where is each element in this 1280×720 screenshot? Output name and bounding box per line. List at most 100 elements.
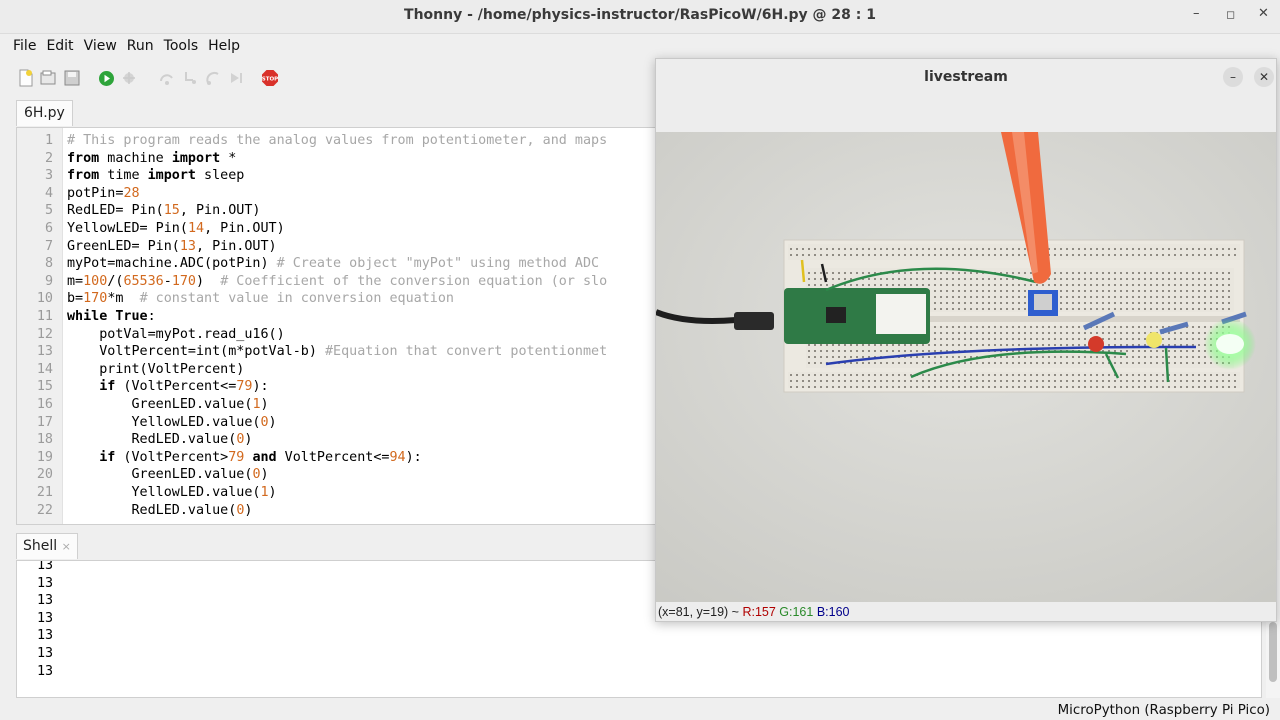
pixel-green-value: G:161 [779, 605, 814, 619]
code-text: # This program reads the analog values f… [67, 133, 608, 148]
step-out-icon[interactable] [203, 68, 223, 88]
livestream-window[interactable]: livestream – ✕ (x=81, y=19) ~ R:157 G:16… [655, 58, 1277, 622]
code-line: 13 VoltPercent=int(m*potVal-b) #Equation… [17, 343, 655, 361]
new-file-icon[interactable] [16, 68, 36, 88]
close-button[interactable]: ✕ [1258, 6, 1269, 21]
shell-output-line: 13 [37, 575, 54, 591]
menu-view[interactable]: View [79, 36, 122, 58]
line-number: 6 [44, 221, 53, 236]
code-line: 18 RedLED.value(0) [17, 431, 655, 449]
code-text: if (VoltPercent<=79): [99, 379, 269, 395]
debug-icon[interactable] [119, 68, 139, 88]
line-number: 3 [44, 168, 53, 184]
code-text: if (VoltPercent>79 and VoltPercent<=94): [99, 449, 422, 465]
shell-tab-label: Shell [23, 538, 58, 554]
line-number: 15 [36, 379, 53, 395]
code-text: GreenLED.value(1) [67, 397, 269, 412]
code-line: 2 from machine import * [17, 150, 655, 168]
window-title: Thonny - /home/physics-instructor/RasPic… [404, 7, 876, 23]
line-number: 9 [44, 273, 53, 289]
menu-tools[interactable]: Tools [159, 36, 204, 58]
livestream-close-button[interactable]: ✕ [1254, 67, 1274, 87]
code-text: YellowLED= Pin(14, Pin.OUT) [67, 221, 285, 236]
shell-tab-close-icon[interactable]: × [62, 540, 71, 553]
code-line: 4 potPin=28 [17, 185, 655, 203]
code-text: potPin=28 [67, 185, 140, 201]
line-number: 18 [36, 432, 53, 448]
code-text: b=170*m # constant value in conversion e… [67, 291, 454, 307]
menu-run[interactable]: Run [122, 36, 159, 58]
status-bar: MicroPython (Raspberry Pi Pico) [0, 700, 1280, 720]
code-text: RedLED.value(0) [67, 502, 253, 518]
line-number: 20 [36, 467, 53, 483]
save-icon[interactable] [62, 68, 82, 88]
line-number: 19 [36, 449, 53, 465]
line-number: 7 [44, 238, 53, 254]
menu-file[interactable]: File [8, 36, 41, 58]
pixel-readout: (x=81, y=19) ~ R:157 G:161 B:160 [658, 605, 850, 619]
pixel-coords: (x=81, y=19) ~ [658, 605, 739, 619]
line-number: 5 [44, 203, 53, 219]
minimize-button[interactable]: – [1193, 6, 1200, 21]
code-line: 19 if (VoltPercent>79 and VoltPercent<=9… [17, 449, 655, 467]
line-number: 16 [36, 397, 53, 412]
code-line: 5 RedLED= Pin(15, Pin.OUT) [17, 202, 655, 220]
code-text: potVal=myPot.read_u16() [67, 326, 285, 342]
code-line: 10 b=170*m # constant value in conversion… [17, 290, 655, 308]
line-number: 22 [36, 502, 53, 518]
maximize-button[interactable]: ◻ [1226, 8, 1235, 21]
code-text: print(VoltPercent) [67, 361, 245, 377]
code-line: 1 # This program reads the analog values … [17, 132, 655, 150]
pixel-blue-value: B:160 [816, 605, 850, 619]
menu-bar: File Edit View Run Tools Help [8, 36, 245, 58]
code-text: while True: [67, 309, 156, 324]
resume-icon[interactable] [226, 68, 246, 88]
code-line: 3 from time import sleep [17, 167, 655, 185]
code-line: 20 GreenLED.value(0) [17, 466, 655, 484]
stop-icon[interactable]: STOP [260, 68, 280, 88]
code-line: 8 myPot=machine.ADC(potPin) # Create obje… [17, 255, 655, 273]
menu-edit[interactable]: Edit [41, 36, 78, 58]
code-text: from time import sleep [67, 168, 245, 184]
tab-shell[interactable]: Shell × [16, 533, 78, 559]
shell-scrollbar-thumb[interactable] [1269, 622, 1277, 682]
code-line: 11 while True: [17, 308, 655, 326]
toolbar: STOP [16, 64, 280, 92]
open-file-icon[interactable] [39, 68, 59, 88]
code-text: RedLED= Pin(15, Pin.OUT) [67, 203, 261, 219]
code-text: myPot=machine.ADC(potPin) # Create objec… [67, 256, 600, 272]
line-number: 8 [44, 256, 53, 272]
code-line: 6 YellowLED= Pin(14, Pin.OUT) [17, 220, 655, 238]
code-editor[interactable]: 1 # This program reads the analog values … [16, 127, 656, 525]
line-number: 21 [36, 485, 53, 500]
shell-output-line: 13 [37, 646, 54, 661]
menu-help[interactable]: Help [203, 36, 245, 58]
shell-output-line: 13 [37, 663, 54, 679]
camera-feed[interactable] [656, 132, 1276, 602]
code-text: GreenLED.value(0) [67, 467, 269, 483]
interpreter-status[interactable]: MicroPython (Raspberry Pi Pico) [1058, 703, 1270, 718]
line-number: 14 [36, 361, 53, 377]
code-text: GreenLED= Pin(13, Pin.OUT) [67, 238, 277, 254]
code-line: 17 YellowLED.value(0) [17, 414, 655, 432]
shell-output-line: 13 [37, 560, 54, 573]
code-line: 12 potVal=myPot.read_u16() [17, 326, 655, 344]
code-text: YellowLED.value(0) [67, 414, 277, 430]
line-number: 17 [36, 414, 53, 430]
shell-output-line: 13 [37, 628, 54, 644]
shell-output-line: 13 [37, 593, 54, 609]
code-line: 15 if (VoltPercent<=79): [17, 378, 655, 396]
step-into-icon[interactable] [180, 68, 200, 88]
line-number: 1 [44, 133, 53, 148]
pixel-red-value: R:157 [742, 605, 776, 619]
tab-6h-py[interactable]: 6H.py [16, 100, 73, 126]
step-over-icon[interactable] [157, 68, 177, 88]
line-number: 4 [44, 185, 53, 201]
code-text: RedLED.value(0) [67, 432, 253, 448]
line-number: 10 [36, 291, 53, 307]
livestream-minimize-button[interactable]: – [1223, 67, 1243, 87]
code-text: VoltPercent=int(m*potVal-b) #Equation th… [67, 344, 608, 360]
code-line: 7 GreenLED= Pin(13, Pin.OUT) [17, 238, 655, 256]
code-line: 16 GreenLED.value(1) [17, 396, 655, 414]
run-icon[interactable] [96, 68, 116, 88]
